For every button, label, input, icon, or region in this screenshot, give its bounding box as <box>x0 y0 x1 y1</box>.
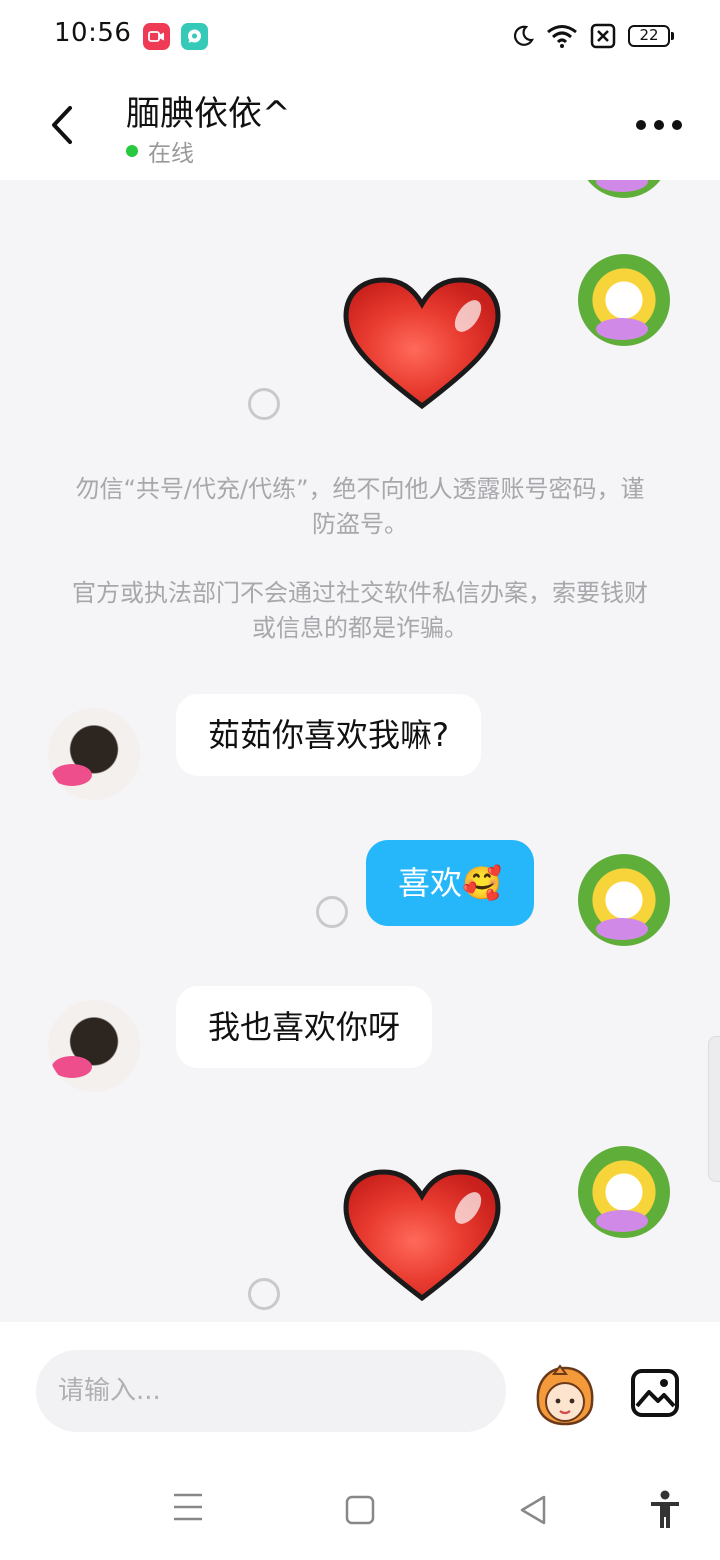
message-status-icon <box>248 388 280 420</box>
wifi-icon <box>547 25 577 48</box>
message-status-icon <box>248 1278 280 1310</box>
online-dot-icon <box>126 145 138 157</box>
my-avatar[interactable] <box>578 254 670 346</box>
no-sim-icon <box>590 23 616 49</box>
status-time: 10:56 <box>54 18 132 48</box>
status-bar: 10:56 22 <box>0 0 720 72</box>
contact-avatar[interactable] <box>48 708 140 800</box>
image-picker-icon[interactable] <box>630 1368 680 1418</box>
heart-sticker[interactable] <box>342 276 502 412</box>
emoji-sticker-icon[interactable] <box>532 1362 598 1428</box>
more-options-icon[interactable] <box>636 120 682 130</box>
side-drawer-handle[interactable] <box>708 1036 720 1182</box>
status-icons: 22 <box>512 20 674 52</box>
message-status-icon <box>316 896 348 928</box>
outgoing-message-bubble[interactable]: 喜欢🥰 <box>366 840 534 926</box>
chat-header: 腼腆依依^ 在线 <box>0 72 720 180</box>
incoming-message-bubble[interactable]: 我也喜欢你呀 <box>176 986 433 1068</box>
my-avatar[interactable] <box>578 180 670 198</box>
message-input[interactable]: 请输入... <box>36 1350 506 1432</box>
contact-avatar[interactable] <box>48 1000 140 1092</box>
online-status-label: 在线 <box>148 141 194 167</box>
moon-icon <box>514 25 534 46</box>
battery-level: 22 <box>639 26 659 44</box>
heart-sticker[interactable] <box>342 1168 502 1304</box>
back-arrow-icon[interactable] <box>46 104 80 146</box>
incoming-message-bubble[interactable]: 茹茹你喜欢我嘛? <box>176 694 481 776</box>
message-composer: 请输入... <box>0 1322 720 1452</box>
contact-name: 腼腆依依^ <box>126 94 291 134</box>
menu-icon[interactable] <box>172 1492 204 1522</box>
screen-record-icon <box>143 23 170 50</box>
my-avatar[interactable] <box>578 1146 670 1238</box>
chat-app-icon <box>181 23 208 50</box>
home-icon[interactable] <box>345 1495 375 1525</box>
system-nav-bar <box>0 1452 720 1560</box>
chat-area[interactable]: 勿信“共号/代充/代练”，绝不向他人透露账号密码，谨防盗号。 官方或执法部门不会… <box>0 180 720 1322</box>
safety-notice-2: 官方或执法部门不会通过社交软件私信办案，索要钱财或信息的都是诈骗。 <box>72 579 648 642</box>
online-status: 在线 <box>126 134 194 168</box>
battery-icon: 22 <box>628 25 674 47</box>
accessibility-icon[interactable] <box>648 1490 682 1530</box>
back-triangle-icon[interactable] <box>518 1494 548 1526</box>
my-avatar[interactable] <box>578 854 670 946</box>
safety-notice-1: 勿信“共号/代充/代练”，绝不向他人透露账号密码，谨防盗号。 <box>75 475 645 538</box>
